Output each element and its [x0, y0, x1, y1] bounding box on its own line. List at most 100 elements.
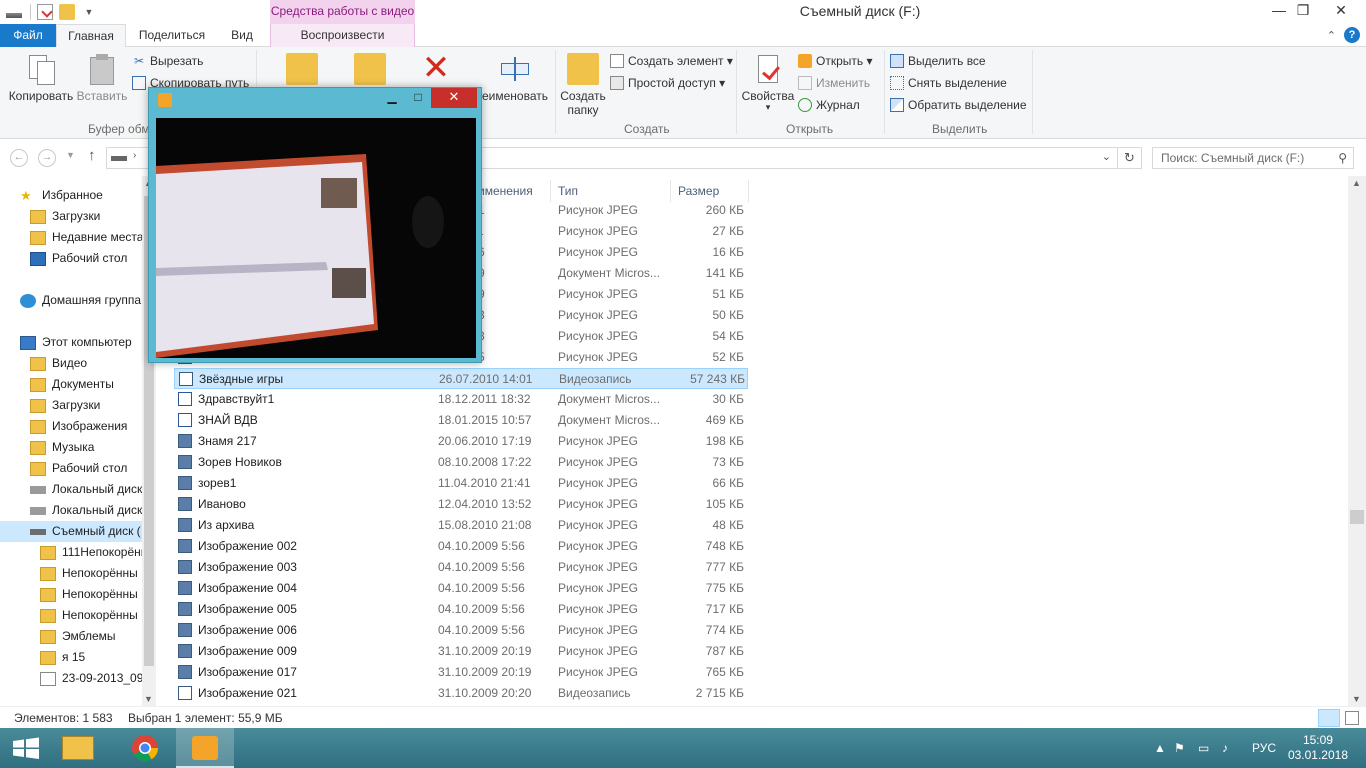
- nav-item[interactable]: Недавние места: [30, 227, 143, 248]
- file-row[interactable]: Изображение 002 04.10.2009 5:56 Рисунок JP…: [174, 536, 748, 557]
- tab-file[interactable]: Файл: [0, 24, 56, 47]
- nav-item[interactable]: Непокорённы: [40, 563, 138, 584]
- back-button[interactable]: ←: [10, 149, 28, 167]
- open-button[interactable]: Открыть ▾: [798, 51, 872, 71]
- easy-access-button[interactable]: Простой доступ ▾: [610, 73, 725, 93]
- file-list-scroll-thumb[interactable]: [1350, 510, 1364, 524]
- nav-item[interactable]: Загрузки: [30, 395, 100, 416]
- nav-item[interactable]: Видео: [30, 353, 87, 374]
- nav-item[interactable]: 23-09-2013_09-: [40, 668, 147, 689]
- breadcrumb-chevron-icon[interactable]: ›: [133, 150, 136, 161]
- column-type[interactable]: Тип: [558, 180, 578, 202]
- file-row[interactable]: Звёздные игры 26.07.2010 14:01 Видеозапись…: [174, 368, 748, 389]
- flag-icon[interactable]: ⚑: [1174, 728, 1185, 768]
- nav-item[interactable]: Этот компьютер: [20, 332, 132, 353]
- taskbar-media-player[interactable]: [176, 728, 234, 768]
- refresh-icon[interactable]: ↻: [1117, 148, 1141, 168]
- nav-item[interactable]: Изображения: [30, 416, 127, 437]
- edit-button[interactable]: Изменить: [798, 73, 870, 93]
- nav-item[interactable]: Рабочий стол: [30, 248, 127, 269]
- file-row[interactable]: Здравствуйт1 18.12.2011 18:32 Документ Mic…: [174, 389, 748, 410]
- delete-button[interactable]: ✕: [418, 51, 454, 89]
- column-size[interactable]: Размер: [678, 180, 719, 202]
- file-row[interactable]: Иваново 12.04.2010 13:52 Рисунок JPEG 105 К…: [174, 494, 748, 515]
- close-button[interactable]: ✕: [1318, 0, 1364, 22]
- properties-button[interactable]: Свойства ▾: [740, 51, 796, 112]
- file-row[interactable]: Изображение 017 31.10.2009 20:19 Рисунок J…: [174, 662, 748, 683]
- nav-item[interactable]: Съемный диск (: [0, 521, 142, 542]
- history-button[interactable]: Журнал: [798, 95, 860, 115]
- language-indicator[interactable]: РУС: [1252, 728, 1276, 768]
- rename-button[interactable]: еименовать: [480, 51, 550, 103]
- collapse-ribbon-icon[interactable]: ⌃: [1327, 29, 1336, 42]
- up-button[interactable]: ↑: [88, 147, 96, 164]
- nav-item[interactable]: Эмблемы: [40, 626, 116, 647]
- nav-item[interactable]: Непокорённы: [40, 584, 138, 605]
- volume-icon[interactable]: ♪: [1222, 728, 1228, 768]
- nav-item[interactable]: Локальный диск: [30, 479, 142, 500]
- nav-item[interactable]: Музыка: [30, 437, 94, 458]
- tab-home[interactable]: Главная: [56, 24, 126, 48]
- file-row[interactable]: Изображение 009 31.10.2009 20:19 Рисунок J…: [174, 641, 748, 662]
- file-row[interactable]: Изображение 004 04.10.2009 5:56 Рисунок JP…: [174, 578, 748, 599]
- video-close-button[interactable]: ✕: [431, 88, 477, 108]
- nav-item[interactable]: Загрузки: [30, 206, 100, 227]
- file-row[interactable]: Изображение 003 04.10.2009 5:56 Рисунок JP…: [174, 557, 748, 578]
- search-input[interactable]: Поиск: Съемный диск (F:) ⚲: [1152, 147, 1354, 169]
- paste-button[interactable]: Вставить: [74, 51, 130, 103]
- taskbar-chrome[interactable]: [116, 728, 174, 768]
- large-icons-view-icon[interactable]: [1345, 711, 1359, 725]
- show-hidden-icons[interactable]: ▲: [1154, 728, 1166, 768]
- file-row[interactable]: Зорев Новиков 08.10.2008 17:22 Рисунок JPE…: [174, 452, 748, 473]
- recent-locations-icon[interactable]: ▼: [66, 150, 75, 160]
- nav-item[interactable]: ★ Избранное: [20, 185, 103, 206]
- file-row[interactable]: Из архива 15.08.2010 21:08 Рисунок JPEG 48 …: [174, 515, 748, 536]
- media-player-icon: [158, 93, 172, 107]
- video-maximize-button[interactable]: □: [405, 88, 431, 108]
- video-player-window[interactable]: ▁ □ ✕: [148, 87, 482, 363]
- taskbar-file-explorer[interactable]: [50, 728, 106, 768]
- file-row[interactable]: Изображение 006 04.10.2009 5:56 Рисунок JP…: [174, 620, 748, 641]
- copy-button[interactable]: Копировать: [6, 51, 76, 103]
- tab-share[interactable]: Поделиться: [132, 24, 212, 47]
- file-row[interactable]: Изображение 005 04.10.2009 5:56 Рисунок JP…: [174, 599, 748, 620]
- help-icon[interactable]: ?: [1344, 27, 1360, 43]
- file-row[interactable]: Изображение 021 31.10.2009 20:20 Видеозапи…: [174, 683, 748, 704]
- new-item-button[interactable]: Создать элемент ▾: [610, 51, 733, 71]
- invert-selection-button[interactable]: Обратить выделение: [890, 95, 1027, 115]
- properties-icon[interactable]: [37, 4, 53, 20]
- file-row[interactable]: Знамя 217 20.06.2010 17:19 Рисунок JPEG 198…: [174, 431, 748, 452]
- tab-view[interactable]: Вид: [222, 24, 262, 47]
- nav-item[interactable]: я 15: [40, 647, 85, 668]
- nav-item[interactable]: Непокорённы: [40, 605, 138, 626]
- restore-button[interactable]: ❐: [1288, 0, 1318, 22]
- file-row[interactable]: зорев1 11.04.2010 21:41 Рисунок JPEG 66 КБ: [174, 473, 748, 494]
- nav-item[interactable]: 111Непокорённ: [40, 542, 147, 563]
- details-view-icon[interactable]: [1318, 709, 1340, 727]
- forward-button[interactable]: →: [38, 149, 56, 167]
- nav-item[interactable]: Рабочий стол: [30, 458, 127, 479]
- clock[interactable]: 15:09 03.01.2018: [1288, 733, 1348, 763]
- new-folder-icon[interactable]: [59, 4, 75, 20]
- nav-item[interactable]: Домашняя группа: [20, 290, 141, 311]
- move-to-button[interactable]: [284, 51, 320, 89]
- scroll-down-icon[interactable]: ▼: [1352, 694, 1361, 704]
- select-none-button[interactable]: Снять выделение: [890, 73, 1007, 93]
- select-all-button[interactable]: Выделить все: [890, 51, 986, 71]
- cut-button[interactable]: ✂ Вырезать: [132, 51, 203, 71]
- new-folder-button[interactable]: Создать папку: [560, 51, 606, 117]
- file-row[interactable]: ЗНАЙ ВДВ 18.01.2015 10:57 Документ Micros.…: [174, 410, 748, 431]
- address-dropdown-icon[interactable]: ⌄: [1102, 150, 1111, 163]
- scroll-up-icon[interactable]: ▲: [1352, 178, 1361, 188]
- copy-to-button[interactable]: [352, 51, 388, 89]
- customize-toolbar-icon[interactable]: ▼: [81, 4, 97, 20]
- scroll-down-icon[interactable]: ▼: [144, 694, 153, 704]
- tab-play[interactable]: Воспроизвести: [270, 24, 415, 47]
- nav-item[interactable]: Документы: [30, 374, 114, 395]
- video-minimize-button[interactable]: ▁: [379, 88, 405, 108]
- column-modified[interactable]: именения: [478, 180, 533, 202]
- file-list-scrollbar[interactable]: ▲ ▼: [1348, 176, 1366, 706]
- video-frame[interactable]: [156, 118, 476, 358]
- nav-item[interactable]: Локальный диск: [30, 500, 142, 521]
- network-icon[interactable]: ▭: [1198, 728, 1209, 768]
